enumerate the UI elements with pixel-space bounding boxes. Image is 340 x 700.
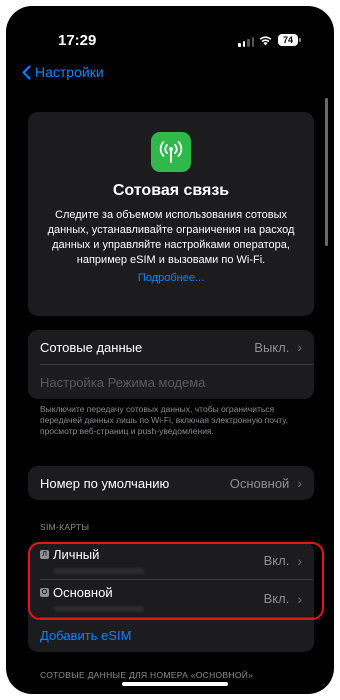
hero-title: Сотовая связь [112,182,230,199]
sim-cards-header: SIM-КАРТЫ [40,522,90,532]
phone-screen: 17:29 74 Настройки Сотовая связь Следите… [6,6,334,694]
default-number-value: Основной [229,475,290,491]
cellular-data-group: Сотовые данные Выкл. › Настройка Режима … [28,330,314,399]
home-indicator[interactable] [122,682,228,686]
bottom-section-header: СОТОВЫЕ ДАННЫЕ ДЛЯ НОМЕРА «ОСНОВНОЙ» [40,670,254,680]
antenna-icon [151,132,191,172]
add-esim-row[interactable]: Добавить eSIM [28,618,314,652]
chevron-left-icon [22,65,31,79]
back-label: Настройки [35,64,104,80]
cellular-data-footnote: Выключите передачу сотовых данных, чтобы… [40,404,289,436]
chevron-right-icon: › [297,475,302,491]
chevron-right-icon: › [297,339,302,355]
hotspot-settings-label: Настройка Режима модема [40,374,206,390]
default-number-group: Номер по умолчанию Основной › [28,466,314,500]
add-esim-link[interactable]: Добавить eSIM [40,628,131,643]
back-button[interactable]: Настройки [22,64,104,80]
cellular-signal-icon [238,37,254,47]
battery-icon: 74 [278,34,301,46]
cellular-data-value: Выкл. [254,339,290,355]
cellular-data-label: Сотовые данные [40,339,143,355]
hotspot-settings-row: Настройка Режима модема [28,365,314,399]
highlight-annotation [28,542,324,620]
scrollbar[interactable] [325,98,328,246]
wifi-icon [258,33,273,51]
cellular-data-row[interactable]: Сотовые данные Выкл. › [28,330,314,364]
status-bar: 17:29 74 [6,30,334,52]
status-time: 17:29 [58,32,97,49]
hero-description: Следите за объемом использования сотовых… [47,209,295,266]
learn-more-link[interactable]: Подробнее... [138,272,204,284]
cellular-info-card: Сотовая связь Следите за объемом использ… [28,112,314,316]
default-number-row[interactable]: Номер по умолчанию Основной › [28,466,314,500]
default-number-label: Номер по умолчанию [40,475,170,491]
